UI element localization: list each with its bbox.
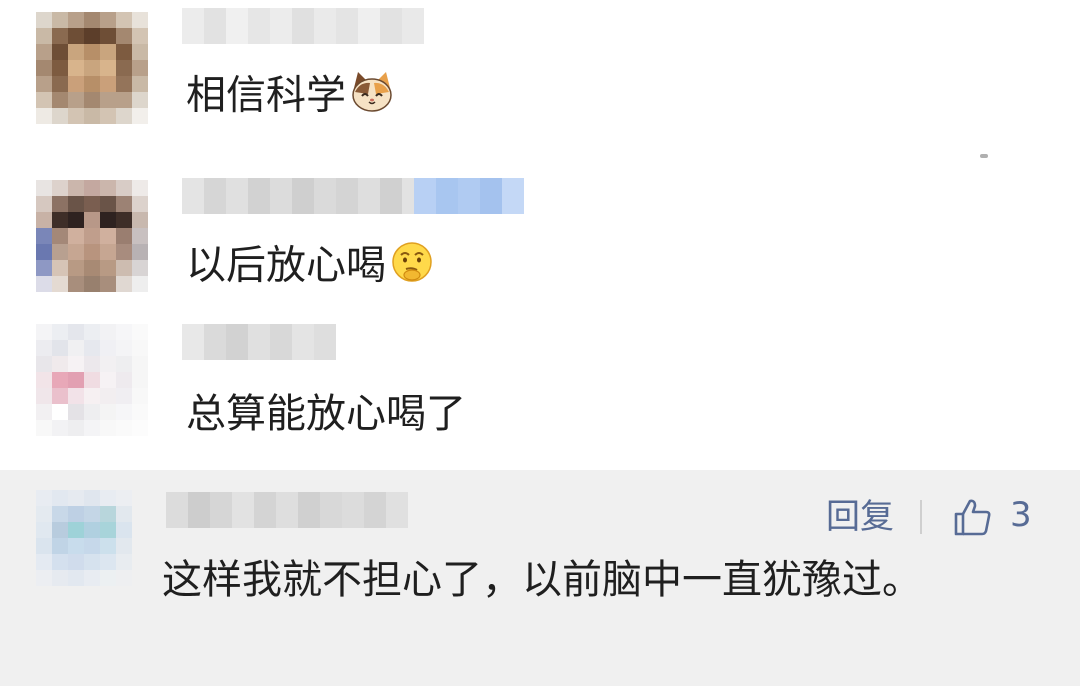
username-blurred[interactable]: [166, 492, 408, 528]
more-options-icon[interactable]: [980, 154, 988, 158]
comment-text: 总算能放心喝了: [186, 391, 466, 437]
thumbs-up-icon[interactable]: [952, 496, 994, 542]
avatar[interactable]: [36, 180, 148, 292]
comment-item: 总算能放心喝了: [0, 310, 1080, 470]
divider: [920, 500, 922, 534]
avatar[interactable]: [36, 12, 148, 124]
avatar[interactable]: [36, 490, 148, 602]
comment-text: 以后放心喝: [186, 240, 434, 295]
comment-item: 相信科学: [0, 0, 1080, 150]
username-blurred[interactable]: [182, 324, 336, 360]
user-badge-blurred: [414, 178, 524, 214]
username-blurred[interactable]: [182, 8, 424, 44]
username-blurred[interactable]: [182, 178, 424, 214]
avatar[interactable]: [36, 324, 148, 436]
comment-text: 相信科学: [186, 70, 394, 125]
cat-face-emoji: [350, 70, 394, 125]
reply-button[interactable]: 回复: [826, 496, 894, 538]
like-count: 3: [1010, 495, 1032, 535]
comment-text: 这样我就不担心了，以前脑中一直犹豫过。: [162, 557, 922, 603]
comment-item: 以后放心喝: [0, 160, 1080, 310]
thinking-face-emoji: [390, 240, 434, 295]
